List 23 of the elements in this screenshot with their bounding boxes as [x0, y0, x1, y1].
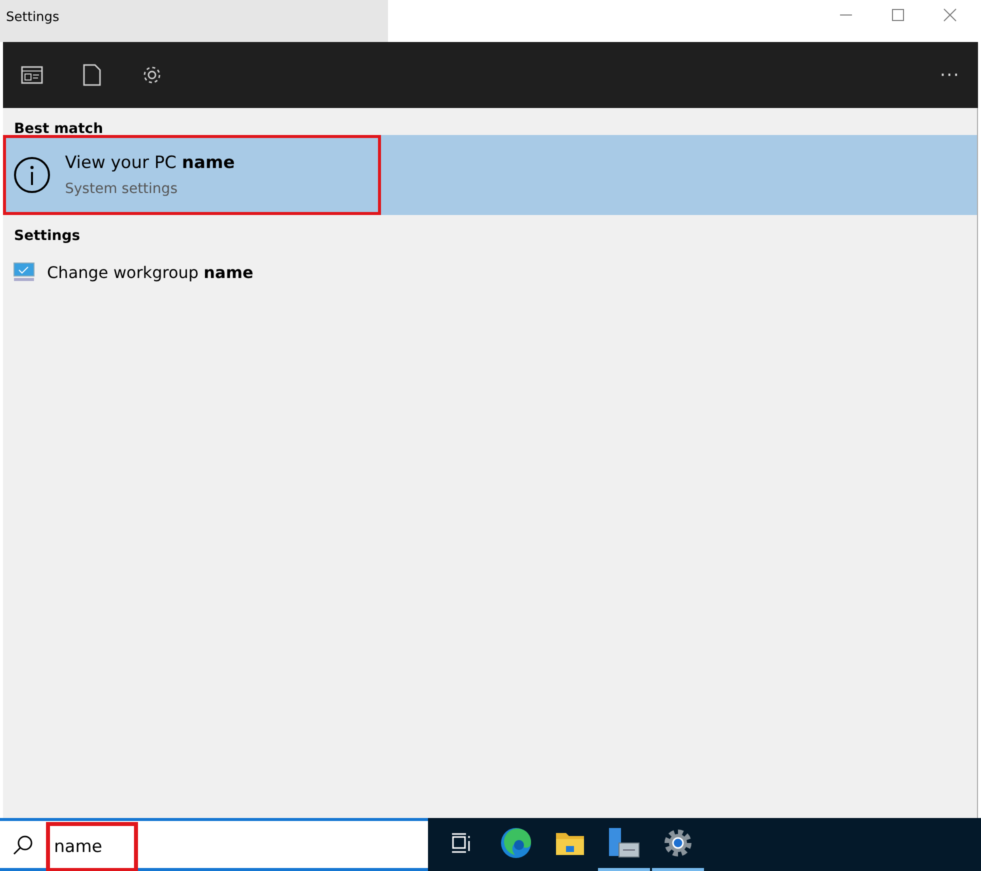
close-icon[interactable]	[943, 8, 957, 22]
search-icon	[12, 834, 34, 856]
result-title: View your PC name	[65, 153, 235, 173]
gear-icon	[662, 827, 694, 859]
maximize-icon[interactable]	[891, 8, 905, 22]
monitor-icon	[13, 262, 35, 282]
section-heading: Best match	[13, 120, 104, 135]
window-title: Settings	[6, 10, 60, 25]
server-icon	[607, 827, 641, 859]
search-result[interactable]: View your PC name System settings	[3, 135, 977, 215]
info-icon	[13, 156, 51, 194]
search-field[interactable]: name	[46, 822, 138, 871]
folder-icon	[555, 830, 585, 856]
settings-icon[interactable]	[141, 64, 163, 86]
result-title: Change workgroup name	[47, 262, 254, 282]
document-icon[interactable]	[83, 64, 101, 86]
search-result[interactable]: Change workgroup name	[3, 242, 977, 302]
task-view-icon	[451, 833, 473, 853]
section-heading: Settings	[13, 227, 82, 242]
window-icon[interactable]	[21, 66, 43, 84]
more-button[interactable]: ···	[940, 64, 960, 86]
browser-icon	[500, 827, 532, 859]
result-subtitle: System settings	[65, 181, 178, 197]
